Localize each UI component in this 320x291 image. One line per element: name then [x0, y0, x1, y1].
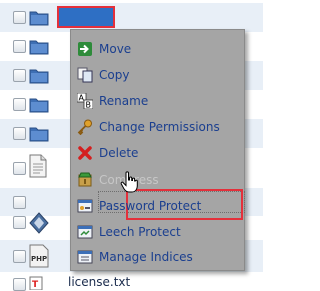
- svg-text:PHP: PHP: [31, 255, 47, 263]
- menu-item-delete[interactable]: Delete: [71, 142, 244, 164]
- menu-item-password-protect[interactable]: Password Protect: [71, 195, 244, 217]
- menu-label: Rename: [99, 94, 149, 108]
- row-checkbox[interactable]: [13, 127, 26, 140]
- rename-ab-icon: A B: [77, 93, 93, 109]
- file-list: store s s v v: [0, 0, 263, 291]
- php-file-icon: PHP: [29, 244, 49, 268]
- delete-x-icon: [78, 146, 92, 160]
- document-icon: [29, 154, 47, 178]
- menu-label: Delete: [99, 146, 139, 160]
- menu-item-copy[interactable]: Copy: [71, 64, 244, 86]
- menu-item-rename[interactable]: A B Rename: [71, 90, 244, 112]
- password-protect-icon: [77, 199, 93, 213]
- compress-icon: [78, 172, 92, 187]
- folder-icon: [29, 127, 49, 142]
- menu-label: Leech Protect: [99, 225, 181, 239]
- menu-label: Manage Indices: [99, 250, 193, 264]
- file-row-store[interactable]: [0, 3, 263, 32]
- row-checkbox[interactable]: [13, 278, 26, 291]
- menu-item-move[interactable]: Move: [71, 38, 244, 60]
- folder-icon: [29, 69, 49, 84]
- menu-label: Move: [99, 42, 132, 56]
- menu-item-manage-indices[interactable]: Manage Indices: [71, 246, 244, 268]
- folder-icon: [29, 40, 49, 55]
- file-name-license[interactable]: license.txt: [68, 275, 130, 289]
- menu-label: Change Permissions: [99, 120, 220, 134]
- move-arrow-icon: [78, 42, 92, 56]
- folder-icon: [29, 11, 49, 26]
- context-menu: Move Copy A B Rename Change Permissions …: [70, 29, 245, 271]
- menu-item-change-permissions[interactable]: Change Permissions: [71, 116, 244, 138]
- selected-name-highlight: [57, 6, 115, 28]
- key-icon: [77, 119, 92, 135]
- row-checkbox[interactable]: [13, 40, 26, 53]
- menu-label: Password Protect: [99, 199, 202, 213]
- menu-item-compress[interactable]: Compress: [71, 169, 244, 191]
- manage-indices-icon: [77, 250, 93, 264]
- copy-icon: [77, 67, 93, 83]
- row-checkbox[interactable]: [13, 98, 26, 111]
- row-checkbox[interactable]: [13, 216, 26, 229]
- row-checkbox[interactable]: [13, 11, 26, 24]
- hand-cursor-icon: [120, 171, 138, 193]
- svg-text:B: B: [86, 101, 92, 110]
- file-row-license[interactable]: T license.txt: [0, 272, 263, 291]
- row-checkbox[interactable]: [13, 69, 26, 82]
- svg-text:T: T: [32, 280, 39, 290]
- row-checkbox[interactable]: [13, 162, 26, 175]
- row-checkbox[interactable]: [13, 250, 26, 263]
- menu-label: Copy: [99, 68, 130, 82]
- diamond-file-icon: [29, 212, 49, 234]
- menu-item-leech-protect[interactable]: Leech Protect: [71, 221, 244, 243]
- folder-icon: [29, 98, 49, 113]
- leech-protect-icon: [77, 225, 93, 239]
- svg-text:A: A: [79, 94, 85, 103]
